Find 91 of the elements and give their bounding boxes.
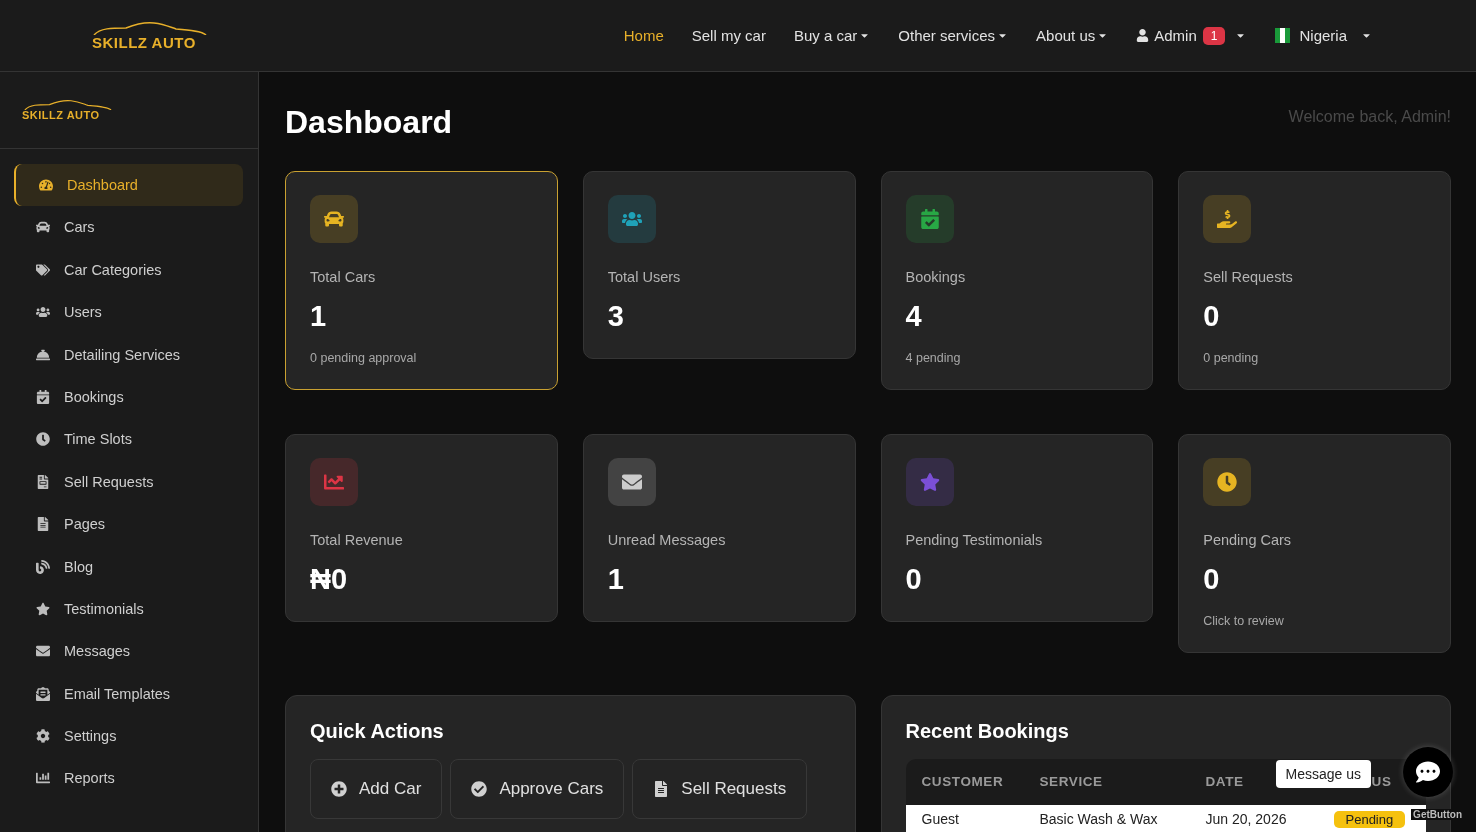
- chat-tooltip: Message us: [1275, 760, 1371, 788]
- menu-icon: [36, 601, 50, 616]
- flag-icon: [1274, 28, 1292, 43]
- panel-title: Recent Bookings: [905, 719, 1070, 743]
- widget-credit: GetButton: [1411, 809, 1464, 820]
- quick-action-button[interactable]: Add Car: [310, 758, 443, 819]
- stat-note: 0 pending approval: [310, 350, 418, 365]
- stat-value: ₦0: [310, 561, 349, 597]
- user-menu[interactable]: Admin 1: [1136, 26, 1247, 45]
- nav-link[interactable]: Buy a car: [793, 27, 871, 44]
- stat-value: 0: [905, 561, 923, 597]
- page-title: Dashboard: [285, 104, 453, 141]
- stat-value: 0: [1203, 561, 1221, 597]
- nav-link[interactable]: About us: [1036, 27, 1109, 44]
- stat-note: Click to review: [1203, 613, 1285, 628]
- sidebar-item[interactable]: Bookings: [14, 375, 243, 418]
- stat-card[interactable]: Sell Requests 0 0 pending: [1178, 171, 1451, 390]
- stat-value: 0: [1203, 299, 1221, 334]
- table-cell-text: Guest: [921, 810, 960, 827]
- sidebar-item[interactable]: Reports: [14, 757, 243, 800]
- stat-label: Total Users: [607, 269, 682, 285]
- table-cell-text: Basic Wash & Wax: [1039, 810, 1159, 827]
- panel-title: Quick Actions: [310, 719, 445, 743]
- stat-label: Unread Messages: [607, 531, 727, 548]
- sidebar-item[interactable]: Settings: [14, 715, 243, 758]
- column-header: CUSTOMER: [921, 774, 1004, 790]
- sidebar-item[interactable]: Email Templates: [14, 672, 243, 715]
- menu-icon: [36, 771, 50, 786]
- stat-value: 1: [310, 299, 328, 334]
- action-icon: [471, 780, 488, 797]
- sidebar-item[interactable]: Pages: [14, 503, 243, 546]
- stat-card[interactable]: Total Cars 1 0 pending approval: [285, 171, 558, 390]
- menu-icon: [36, 220, 50, 235]
- sidebar-item[interactable]: Users: [14, 291, 243, 334]
- nav-link[interactable]: Other services: [898, 27, 1009, 44]
- sidebar-item[interactable]: Sell Requests: [14, 460, 243, 503]
- sidebar-item[interactable]: Dashboard: [14, 164, 243, 206]
- stat-card[interactable]: Total Revenue ₦0: [285, 433, 558, 622]
- stat-label: Sell Requests: [1203, 269, 1294, 285]
- menu-icon: [36, 644, 50, 659]
- stat-label: Pending Cars: [1203, 531, 1293, 548]
- stat-label: Pending Testimonials: [905, 531, 1044, 548]
- stat-card[interactable]: Total Users 3: [582, 171, 856, 359]
- menu-icon: [36, 347, 50, 362]
- stat-note: 0 pending: [1203, 350, 1260, 365]
- menu-icon: [36, 729, 50, 744]
- sidebar-item[interactable]: Time Slots: [14, 418, 243, 461]
- column-header: SERVICE: [1039, 774, 1103, 790]
- stat-label: Total Cars: [310, 269, 377, 285]
- notification-badge: 1: [1202, 26, 1226, 45]
- stat-note: 4 pending: [905, 350, 962, 365]
- quick-action-button[interactable]: Sell Requests: [632, 758, 808, 819]
- menu-icon: [36, 262, 50, 277]
- stat-card[interactable]: Pending Testimonials 0: [880, 433, 1154, 622]
- menu-icon: [39, 178, 53, 192]
- sidebar-item[interactable]: Detailing Services: [14, 333, 243, 376]
- menu-icon: [36, 517, 50, 532]
- nav-link[interactable]: Sell my car: [691, 27, 766, 44]
- sidebar-item[interactable]: Car Categories: [14, 248, 243, 291]
- menu-icon: [36, 559, 50, 574]
- stat-card[interactable]: Bookings 4 4 pending: [880, 171, 1154, 390]
- stat-value: 1: [607, 561, 625, 597]
- stat-label: Total Revenue: [310, 531, 404, 548]
- column-header: US: [1371, 774, 1392, 790]
- menu-icon: [36, 686, 50, 701]
- sidebar-item[interactable]: Blog: [14, 545, 243, 588]
- column-header: DATE: [1205, 774, 1244, 790]
- menu-icon: [36, 389, 50, 404]
- stat-card[interactable]: Unread Messages 1: [582, 433, 856, 622]
- welcome-text: Welcome back, Admin!: [1288, 107, 1451, 126]
- stat-value: 3: [607, 299, 625, 334]
- stat-value: 4: [905, 299, 923, 334]
- table-cell-text: Jun 20, 2026: [1205, 810, 1288, 827]
- country-menu[interactable]: Nigeria: [1274, 27, 1372, 44]
- sidebar-item[interactable]: Cars: [14, 206, 243, 249]
- action-icon: [653, 780, 670, 797]
- user-icon: [1136, 29, 1150, 42]
- brand-name: SKILLZ AUTO: [22, 109, 100, 121]
- stat-label: Bookings: [905, 269, 967, 285]
- status-badge: Pending: [1333, 810, 1406, 828]
- brand-name: SKILLZ AUTO: [92, 34, 196, 50]
- chat-icon: [1416, 760, 1440, 784]
- menu-icon: [36, 305, 50, 320]
- stat-card[interactable]: Pending Cars 0 Click to review: [1178, 433, 1451, 653]
- nav-link[interactable]: Home: [623, 27, 664, 44]
- quick-action-button[interactable]: Approve Cars: [450, 758, 625, 819]
- menu-icon: [36, 474, 50, 489]
- menu-icon: [36, 432, 50, 447]
- sidebar-item[interactable]: Testimonials: [14, 587, 243, 630]
- action-icon: [331, 780, 347, 797]
- sidebar-item[interactable]: Messages: [14, 630, 243, 673]
